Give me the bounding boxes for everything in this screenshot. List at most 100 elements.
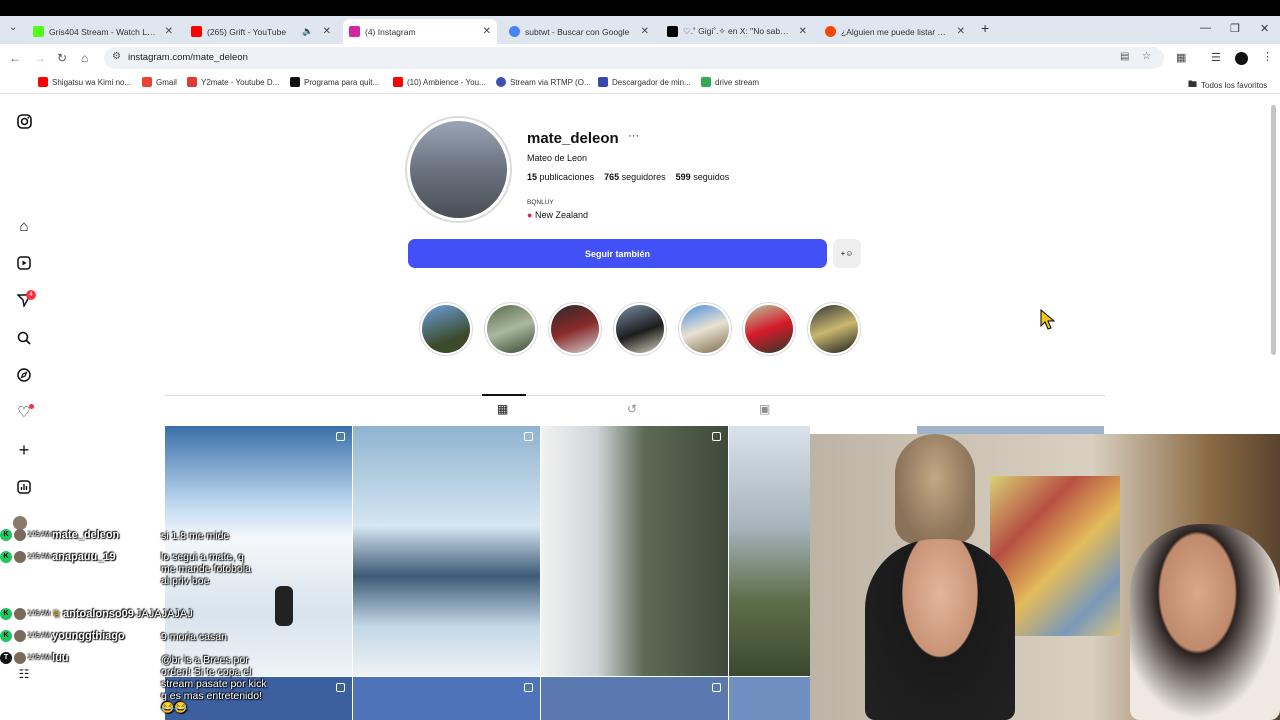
minimize-icon[interactable]: — bbox=[1200, 22, 1211, 34]
followers-label: seguidores bbox=[621, 172, 666, 182]
screen-top-bar bbox=[0, 0, 1280, 16]
highlight-cover bbox=[810, 305, 858, 353]
forward-icon[interactable]: → bbox=[34, 51, 46, 65]
instagram-logo-icon[interactable] bbox=[15, 112, 33, 130]
followers-count: 765 bbox=[604, 172, 620, 182]
following-stat[interactable]: 599 seguidos bbox=[676, 172, 730, 182]
story-highlight[interactable] bbox=[807, 302, 861, 356]
new-tab-icon[interactable]: + bbox=[981, 20, 989, 36]
tab-search-icon[interactable]: ⌄ bbox=[9, 22, 17, 33]
bookmark-label: Descargador de min... bbox=[612, 77, 691, 87]
bookmark-item[interactable]: Programa para quit... bbox=[290, 77, 379, 87]
chat-avatar bbox=[14, 652, 26, 664]
maximize-icon[interactable]: ❐ bbox=[1230, 22, 1240, 35]
suggested-users-icon[interactable]: +☺ bbox=[833, 239, 861, 268]
home-icon[interactable]: ⌂ bbox=[15, 217, 33, 235]
tab-reddit[interactable]: ¿Alguien me puede listar y exp ✕ bbox=[819, 19, 971, 44]
chat-username: younggthiago bbox=[52, 630, 125, 642]
tab-title: ¿Alguien me puede listar y exp bbox=[841, 26, 948, 37]
tab-youtube[interactable]: (265) Grift - YouTube 🔈 ✕ bbox=[185, 19, 337, 44]
chat-avatar bbox=[14, 630, 26, 642]
bookmark-item[interactable]: Stream via RTMP (O... bbox=[496, 77, 591, 87]
post-thumbnail[interactable] bbox=[917, 426, 1104, 434]
bookmark-item[interactable]: drive stream bbox=[701, 77, 759, 87]
bookmark-item[interactable]: (10) Ambience - You... bbox=[393, 77, 486, 87]
site-settings-icon[interactable]: ⚙ bbox=[112, 51, 121, 62]
back-icon[interactable]: ← bbox=[9, 51, 21, 65]
bookmark-label: Todos los favoritos bbox=[1201, 80, 1268, 90]
story-highlight[interactable] bbox=[419, 302, 473, 356]
story-highlight[interactable] bbox=[613, 302, 667, 356]
bookmark-label: Y2mate - Youtube D... bbox=[201, 77, 280, 87]
bookmark-item[interactable]: Gmail bbox=[142, 77, 177, 87]
install-icon[interactable]: ▤ bbox=[1120, 51, 1129, 62]
chat-line: K 2:05 AM ♕ antoalonso09 JAJAJAJAJ bbox=[0, 608, 193, 620]
close-icon[interactable]: ✕ bbox=[483, 26, 491, 37]
bookmark-star-icon[interactable]: ☆ bbox=[1142, 51, 1151, 62]
explore-icon[interactable] bbox=[15, 366, 33, 384]
story-highlight[interactable] bbox=[678, 302, 732, 356]
options-icon[interactable]: ··· bbox=[628, 130, 639, 142]
close-icon[interactable]: ✕ bbox=[641, 26, 649, 37]
chat-username: antoalonso09 bbox=[62, 608, 134, 620]
app-icon bbox=[290, 77, 300, 87]
follow-button[interactable]: Seguir también bbox=[408, 239, 827, 268]
search-icon[interactable] bbox=[15, 329, 33, 347]
dashboard-icon[interactable] bbox=[15, 478, 33, 496]
bookmark-item[interactable]: Shigatsu wa Kimi no... bbox=[38, 77, 131, 87]
tab-instagram[interactable]: (4) Instagram ✕ bbox=[343, 19, 497, 44]
following-count: 599 bbox=[675, 172, 691, 182]
multiple-photos-icon bbox=[524, 432, 533, 441]
media-icon[interactable]: ☰ bbox=[1211, 51, 1221, 64]
post-thumbnail[interactable] bbox=[541, 677, 728, 720]
bookmark-label: drive stream bbox=[715, 77, 760, 87]
reload-icon[interactable]: ↻ bbox=[57, 51, 67, 65]
highlight-cover bbox=[487, 305, 535, 353]
post-thumbnail[interactable] bbox=[729, 426, 810, 676]
url-text[interactable]: instagram.com/mate_deleon bbox=[128, 52, 248, 63]
tab-kick[interactable]: Gris404 Stream - Watch Live on ✕ bbox=[27, 19, 179, 44]
url-field[interactable]: ⚙ instagram.com/mate_deleon ▤ ☆ bbox=[104, 47, 1164, 69]
page-scrollbar[interactable] bbox=[1271, 105, 1276, 355]
story-highlight[interactable] bbox=[742, 302, 796, 356]
menu-icon[interactable]: ⋮ bbox=[1262, 50, 1273, 63]
home-icon[interactable]: ⌂ bbox=[81, 51, 88, 65]
bookmark-label: Gmail bbox=[156, 77, 177, 87]
post-thumbnail[interactable] bbox=[353, 677, 540, 720]
bookmark-item[interactable]: Descargador de min... bbox=[598, 77, 691, 87]
profile-location: ● New Zealand bbox=[527, 210, 588, 220]
google-favicon-icon bbox=[509, 26, 520, 37]
close-icon[interactable]: ✕ bbox=[799, 26, 807, 37]
streamer-webcam bbox=[810, 434, 1280, 720]
close-icon[interactable]: ✕ bbox=[323, 26, 331, 37]
reddit-favicon-icon bbox=[825, 26, 836, 37]
bookmark-item[interactable]: Y2mate - Youtube D... bbox=[187, 77, 279, 87]
followers-stat[interactable]: 765 seguidores bbox=[604, 172, 666, 182]
profile-avatar[interactable] bbox=[1235, 52, 1248, 65]
tab-google[interactable]: subtwt - Buscar con Google ✕ bbox=[503, 19, 655, 44]
profile-avatar[interactable] bbox=[405, 116, 512, 223]
reels-icon[interactable] bbox=[15, 254, 33, 272]
close-icon[interactable]: ✕ bbox=[165, 26, 173, 37]
post-thumbnail[interactable] bbox=[541, 426, 728, 676]
reposts-icon[interactable]: ↺ bbox=[627, 402, 637, 416]
posts-grid-icon[interactable]: ▦ bbox=[497, 402, 508, 416]
window-close-icon[interactable]: ✕ bbox=[1260, 22, 1269, 35]
story-highlight[interactable] bbox=[484, 302, 538, 356]
story-highlight[interactable] bbox=[548, 302, 602, 356]
extensions-icon[interactable]: ▦ bbox=[1176, 51, 1186, 64]
tagged-icon[interactable]: ▣ bbox=[759, 402, 770, 416]
mouse-cursor-icon bbox=[1040, 309, 1056, 330]
close-icon[interactable]: ✕ bbox=[957, 26, 965, 37]
post-thumbnail[interactable] bbox=[729, 677, 810, 720]
y2mate-icon bbox=[187, 77, 197, 87]
speaker-icon[interactable]: 🔈 bbox=[302, 26, 313, 37]
highlight-cover bbox=[616, 305, 664, 353]
create-icon[interactable]: + bbox=[15, 440, 33, 460]
multiple-photos-icon bbox=[336, 432, 345, 441]
chat-message: lo segui a mate, q me mande fotobola al … bbox=[161, 551, 251, 587]
crown-icon: ♕ bbox=[52, 608, 61, 620]
post-thumbnail[interactable] bbox=[353, 426, 540, 676]
all-bookmarks[interactable]: 🖿 Todos los favoritos bbox=[1188, 77, 1267, 93]
tab-x[interactable]: ♡.˚ Gigi˚.✧ en X: "No saben qu ✕ bbox=[661, 19, 813, 44]
